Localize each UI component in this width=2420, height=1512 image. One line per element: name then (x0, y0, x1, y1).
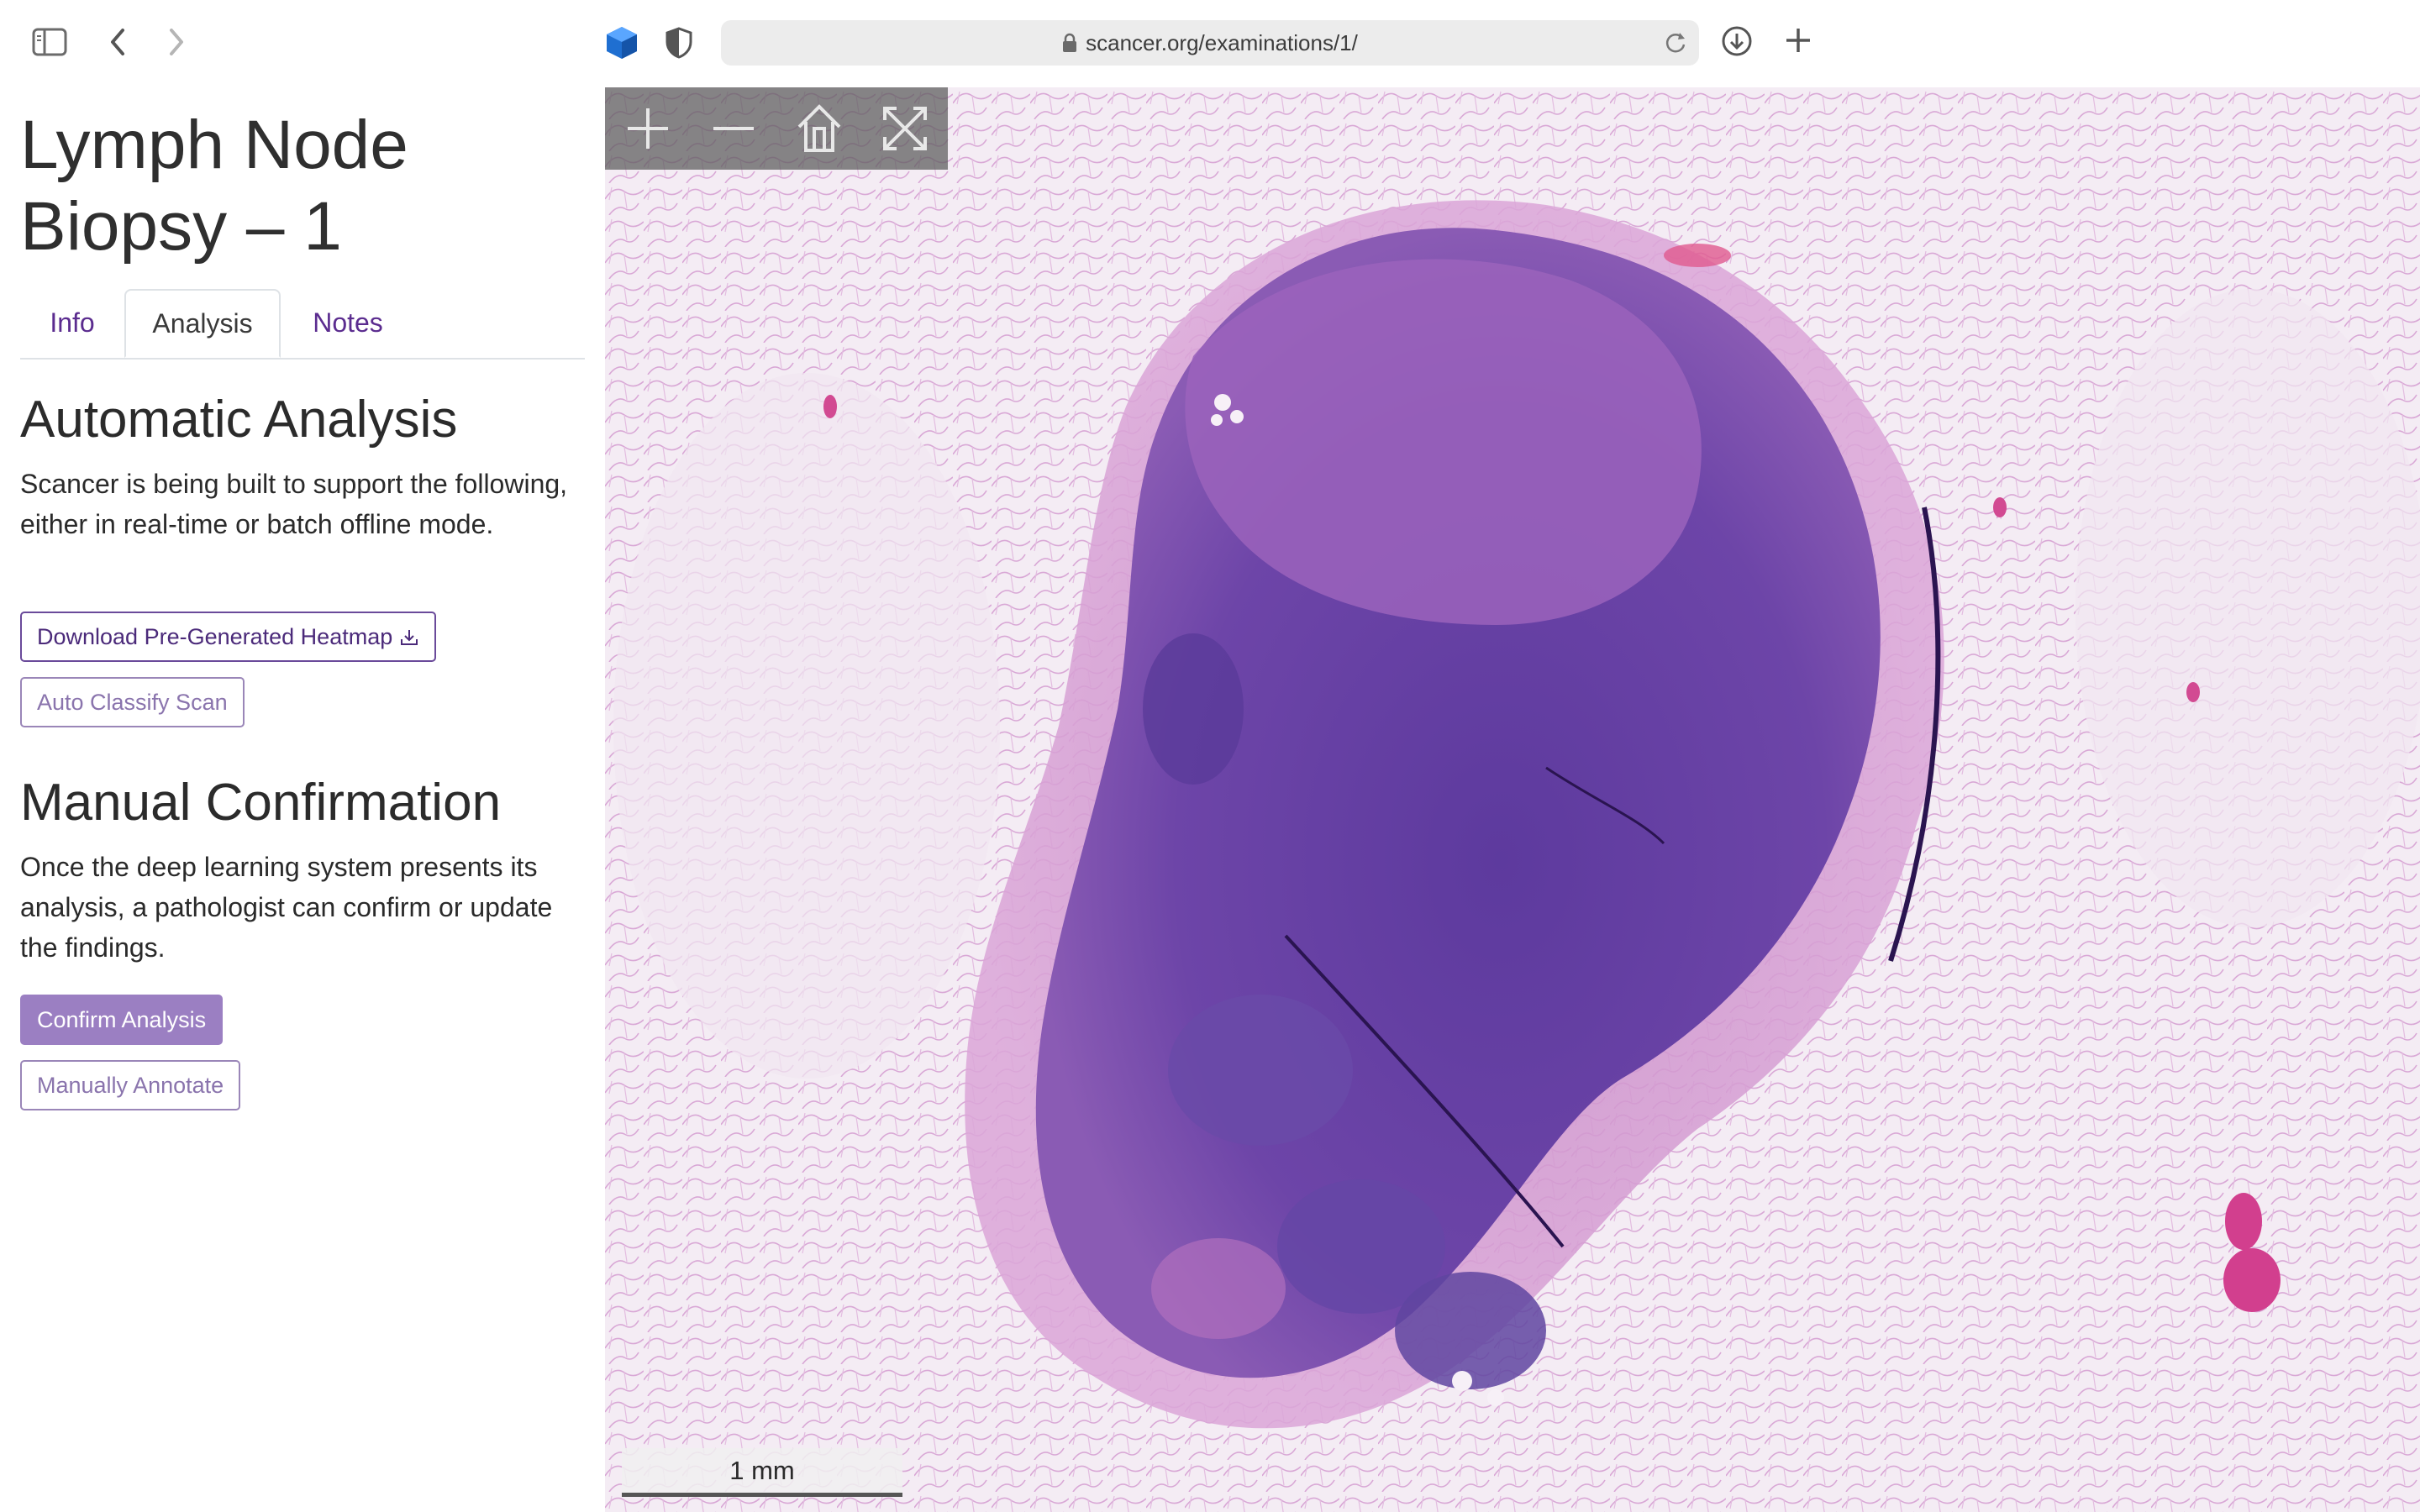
url-text: scancer.org/examinations/1/ (1086, 29, 1358, 55)
slide-viewer[interactable]: 1 mm (605, 87, 2420, 1512)
privacy-shield-icon[interactable] (666, 27, 692, 59)
manually-annotate-button[interactable]: Manually Annotate (20, 1060, 241, 1110)
viewer-navigation-toolbar (605, 87, 948, 170)
zoom-out-icon[interactable] (691, 87, 776, 170)
tab-bar: Info Analysis Notes (20, 289, 585, 360)
tab-analysis[interactable]: Analysis (124, 289, 281, 358)
scale-bar-label: 1 mm (729, 1455, 795, 1485)
back-icon[interactable] (108, 27, 128, 57)
tissue-slide-image (605, 87, 2420, 1512)
auto-classify-button[interactable]: Auto Classify Scan (20, 677, 245, 727)
fullscreen-icon[interactable] (862, 87, 948, 170)
browser-toolbar-left (0, 0, 605, 87)
home-icon[interactable] (776, 87, 862, 170)
browser-toolbar-right: scancer.org/examinations/1/ (605, 0, 2420, 87)
examination-sidebar: Lymph Node Biopsy – 1 Info Analysis Note… (0, 87, 605, 1512)
download-heatmap-label: Download Pre-Generated Heatmap (37, 623, 393, 649)
manual-confirmation-text: Once the deep learning system presents i… (20, 852, 553, 963)
sidebar-toggle-icon[interactable] (32, 27, 67, 57)
new-tab-icon[interactable] (1783, 25, 1813, 55)
confirm-analysis-button[interactable]: Confirm Analysis (20, 995, 224, 1045)
reload-icon[interactable] (1664, 31, 1687, 59)
scale-bar: 1 mm (622, 1448, 902, 1497)
tab-info[interactable]: Info (20, 289, 124, 356)
forward-icon[interactable] (166, 27, 187, 57)
zoom-in-icon[interactable] (605, 87, 691, 170)
address-bar[interactable]: scancer.org/examinations/1/ (721, 20, 1699, 66)
downloads-icon[interactable] (1721, 25, 1753, 57)
page-title: Lymph Node Biopsy – 1 (20, 107, 408, 265)
automatic-analysis-text: Scancer is being built to support the fo… (20, 469, 568, 539)
automatic-analysis-heading: Automatic Analysis (20, 391, 458, 449)
site-favicon-icon (605, 25, 639, 60)
manual-confirmation-heading: Manual Confirmation (20, 774, 502, 832)
download-icon (399, 627, 419, 647)
lock-icon (1063, 33, 1077, 52)
download-heatmap-button[interactable]: Download Pre-Generated Heatmap (20, 612, 437, 662)
tab-notes[interactable]: Notes (284, 289, 412, 356)
